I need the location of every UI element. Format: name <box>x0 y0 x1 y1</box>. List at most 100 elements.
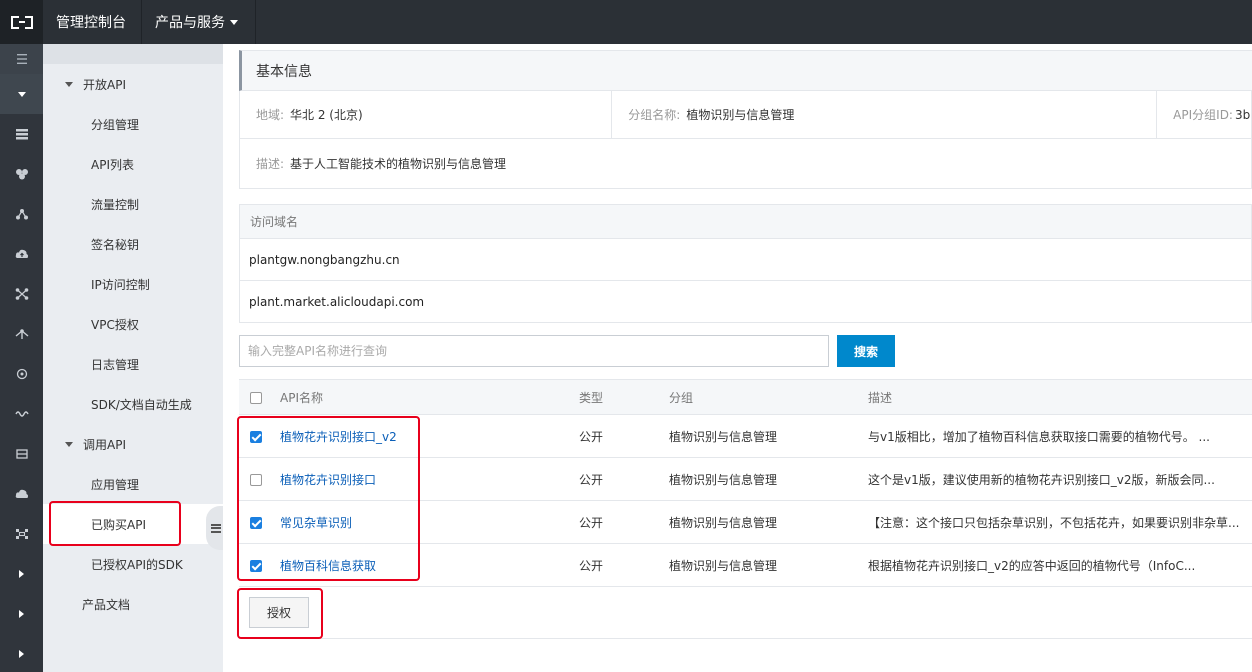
select-all-cell <box>239 379 280 415</box>
products-services-menu[interactable]: 产品与服务 <box>142 0 256 44</box>
rail-item-server[interactable] <box>0 114 43 154</box>
api-description: 与v1版相比，增加了植物百科信息获取接口需要的植物代号。 ... <box>868 414 1252 458</box>
sidebar-item-label: IP访问控制 <box>91 277 150 292</box>
product-icon-rail <box>0 44 43 672</box>
api-group: 植物识别与信息管理 <box>669 543 868 587</box>
server-icon <box>15 129 28 140</box>
flow-icon <box>15 329 28 339</box>
rail-expand-button[interactable] <box>0 74 43 114</box>
rail-item-nodes[interactable] <box>0 274 43 314</box>
domain-value: plantgw.nongbangzhu.cn <box>249 252 400 267</box>
row-checkbox[interactable] <box>250 473 262 486</box>
search-button[interactable]: 搜索 <box>837 335 895 367</box>
top-navigation-bar: 管理控制台 产品与服务 <box>0 0 1252 44</box>
region-value: 华北 2 (北京) <box>290 108 363 122</box>
region-label: 地域: <box>256 108 285 122</box>
api-table: API名称 类型 分组 描述 植物花卉识别接口_v2 公开 植物识别与信息管理 … <box>239 379 1252 587</box>
cloud-logo-icon[interactable] <box>0 0 43 44</box>
column-header-group: 分组 <box>669 379 868 415</box>
sidebar-item-traffic-control[interactable]: 流量控制 <box>43 184 223 224</box>
network-icon <box>15 209 28 220</box>
sidebar-item-label: API列表 <box>91 157 134 172</box>
api-search-input[interactable] <box>239 335 829 367</box>
api-gateway-icon <box>15 529 28 539</box>
sidebar-item-ip-access-control[interactable]: IP访问控制 <box>43 264 223 304</box>
collapse-menu-icon <box>211 523 221 533</box>
api-type: 公开 <box>579 543 669 587</box>
column-header-type: 类型 <box>579 379 669 415</box>
sidebar-item-purchased-api[interactable]: 已购买API <box>43 504 223 544</box>
authorize-button[interactable]: 授权 <box>249 597 309 628</box>
api-name-link[interactable]: 植物花卉识别接口 <box>280 473 376 487</box>
access-domain-title: 访问域名 <box>250 215 299 229</box>
column-header-description: 描述 <box>868 379 1252 415</box>
api-name-link[interactable]: 植物花卉识别接口_v2 <box>280 430 397 444</box>
caret-down-icon <box>65 441 73 447</box>
api-name-link[interactable]: 植物百科信息获取 <box>280 559 376 573</box>
group-name-field: 分组名称: 植物识别与信息管理 <box>612 91 1158 138</box>
rail-item-api-gateway[interactable] <box>0 514 43 554</box>
cloud-upload-icon <box>15 249 28 258</box>
rail-more-button-2[interactable] <box>0 594 43 634</box>
basic-info-panel: 地域: 华北 2 (北京) 分组名称: 植物识别与信息管理 API分组ID: 3… <box>239 91 1252 189</box>
row-checkbox[interactable] <box>250 516 262 529</box>
select-all-checkbox[interactable] <box>250 391 262 404</box>
rail-item-cloud-upload[interactable] <box>0 234 43 274</box>
rail-item-flow[interactable] <box>0 314 43 354</box>
sidebar-group-call-api[interactable]: 调用API <box>43 424 223 464</box>
sidebar-item-app-management[interactable]: 应用管理 <box>43 464 223 504</box>
api-group: 植物识别与信息管理 <box>669 500 868 544</box>
group-name-label: 分组名称: <box>628 108 681 122</box>
description-field: 描述: 基于人工智能技术的植物识别与信息管理 <box>240 139 1251 188</box>
database-icon <box>15 169 28 180</box>
storage-icon <box>15 449 28 459</box>
row-checkbox[interactable] <box>250 559 262 572</box>
sidebar-item-log-management[interactable]: 日志管理 <box>43 344 223 384</box>
api-description: 这个是v1版，建议使用新的植物花卉识别接口_v2版，新版会同... <box>868 457 1252 501</box>
sidebar-item-vpc-authorization[interactable]: VPC授权 <box>43 304 223 344</box>
api-group: 植物识别与信息管理 <box>669 414 868 458</box>
rail-more-button-1[interactable] <box>0 554 43 594</box>
domain-row: plant.market.alicloudapi.com <box>240 281 1251 323</box>
api-name-link[interactable]: 常见杂草识别 <box>280 516 352 530</box>
chevron-down-icon <box>17 91 26 97</box>
chevron-right-icon <box>19 610 24 618</box>
table-row: 植物花卉识别接口_v2 公开 植物识别与信息管理 与v1版相比，增加了植物百科信… <box>239 414 1252 458</box>
sidebar-item-signature-key[interactable]: 签名秘钥 <box>43 224 223 264</box>
sidebar-item-label: 签名秘钥 <box>91 237 140 252</box>
rail-item-database[interactable] <box>0 154 43 194</box>
rail-item-network[interactable] <box>0 194 43 234</box>
access-domain-header: 访问域名 <box>240 205 1251 239</box>
group-id-label: API分组ID: <box>1173 108 1233 122</box>
sidebar-item-product-docs[interactable]: 产品文档 <box>43 584 223 624</box>
products-services-label: 产品与服务 <box>155 15 225 31</box>
table-header-row: API名称 类型 分组 描述 <box>239 379 1252 415</box>
sidebar-group-open-api[interactable]: 开放API <box>43 64 223 104</box>
rail-item-monitor[interactable] <box>0 354 43 394</box>
row-checkbox[interactable] <box>250 430 262 443</box>
console-home-link[interactable]: 管理控制台 <box>43 0 142 44</box>
wave-icon <box>14 411 29 417</box>
region-field: 地域: 华北 2 (北京) <box>240 91 613 138</box>
sidebar-item-label: 产品文档 <box>82 597 131 612</box>
sidebar-item-authorized-api-sdk[interactable]: 已授权API的SDK <box>43 544 223 584</box>
sidebar-item-sdk-doc-generation[interactable]: SDK/文档自动生成 <box>43 384 223 424</box>
rail-item-wave[interactable] <box>0 394 43 434</box>
rail-more-button-3[interactable] <box>0 634 43 672</box>
rail-item-cloud[interactable] <box>0 474 43 514</box>
sidebar-item-group-management[interactable]: 分组管理 <box>43 104 223 144</box>
sidebar-item-label: 日志管理 <box>91 357 140 372</box>
menu-toggle-icon[interactable] <box>0 44 43 74</box>
api-description: 【注意：这个接口只包括杂草识别，不包括花卉，如果要识别非杂草... <box>868 500 1252 544</box>
group-id-field: API分组ID: 3b <box>1157 91 1251 138</box>
caret-down-icon <box>65 81 73 87</box>
sidebar-group-label: 开放API <box>83 77 126 92</box>
api-type: 公开 <box>579 457 669 501</box>
api-description: 根据植物花卉识别接口_v2的应答中返回的植物代号（InfoC... <box>868 543 1252 587</box>
description-label: 描述: <box>256 157 285 171</box>
description-value: 基于人工智能技术的植物识别与信息管理 <box>290 157 507 171</box>
sidebar-item-api-list[interactable]: API列表 <box>43 144 223 184</box>
sidebar-header <box>43 44 223 64</box>
sidebar-item-label: 应用管理 <box>91 477 140 492</box>
rail-item-storage[interactable] <box>0 434 43 474</box>
